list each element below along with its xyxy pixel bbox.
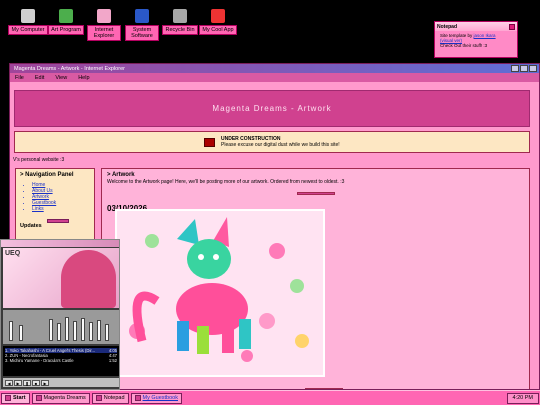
eq-slider[interactable] — [65, 317, 69, 341]
page-title: Magenta Dreams - Artwork — [212, 104, 332, 113]
notepad-body: Site template by jason Ikara (visual ver… — [435, 31, 517, 50]
notepad-link-author[interactable]: jason Ikara — [474, 33, 496, 38]
browser-titlebar[interactable]: Magenta Dreams - Artwork - Internet Expl… — [10, 64, 539, 73]
start-button[interactable]: Start — [1, 392, 30, 404]
personal-website-text: V's personal website :3 — [13, 157, 65, 163]
notepad-icon — [95, 395, 102, 401]
desktop-icon-label: Art Program — [48, 25, 84, 35]
menu-file[interactable]: File — [15, 75, 24, 81]
track-name: 3. Michiru Yamane - Dracula's Castle — [5, 358, 74, 364]
skin-character-image — [61, 250, 116, 308]
section-intro: Welcome to the Artwork page! Here, we'll… — [107, 179, 345, 185]
eq-slider[interactable] — [9, 321, 13, 341]
eq-slider[interactable] — [81, 318, 85, 341]
desktop-icon-label: My Computer — [8, 25, 48, 35]
guestbook-icon — [134, 395, 141, 401]
recycle-bin-icon — [173, 9, 187, 23]
playlist-item[interactable]: 3. Michiru Yamane - Dracula's Castle 1:5… — [5, 358, 117, 363]
under-construction-notice: UNDER CONSTRUCTION Please excuse our dig… — [14, 131, 530, 153]
eq-slider[interactable] — [19, 325, 23, 341]
notepad-window[interactable]: Notepad Site template by jason Ikara (vi… — [434, 21, 518, 58]
desktop-icon-my-computer[interactable]: My Computer — [8, 9, 48, 35]
player-titlebar[interactable] — [1, 240, 119, 247]
eq-slider[interactable] — [57, 323, 61, 341]
updates-heading: Updates — [20, 223, 42, 229]
artwork-drawing — [117, 211, 323, 375]
desktop-icon-internet-explorer[interactable]: Internet Explorer — [84, 9, 124, 41]
close-icon[interactable] — [529, 65, 537, 72]
desktop-icon-recycle-bin[interactable]: Recycle Bin — [160, 9, 200, 35]
play-icon[interactable]: ▶ — [14, 379, 22, 386]
eq-slider[interactable] — [105, 324, 109, 341]
artwork-section: > Artwork Welcome to the Artwork page! H… — [101, 168, 530, 389]
taskbar-item-label: My Guestbook — [142, 395, 178, 401]
divider — [305, 388, 343, 389]
playlist: 1. Yoko Takahashi - A Cruel Angel's Thes… — [3, 346, 119, 376]
system-clock: 4:20 PM — [506, 392, 539, 404]
next-icon[interactable]: ▶ — [41, 379, 49, 386]
stop-icon[interactable]: ■ — [32, 379, 40, 386]
menu-bar: File Edit View Help — [10, 73, 539, 82]
menu-edit[interactable]: Edit — [35, 75, 44, 81]
app-icon — [211, 9, 225, 23]
desktop-icon-art-program[interactable]: Art Program — [46, 9, 86, 35]
system-icon — [135, 9, 149, 23]
construction-icon — [204, 137, 215, 147]
notepad-text: Check Out their stuff! :3 — [440, 43, 488, 48]
ie-icon — [35, 395, 42, 401]
pause-icon[interactable]: ❚ — [23, 379, 31, 386]
player-logo: UEQ — [5, 250, 21, 257]
nav-link-links[interactable]: Links — [32, 206, 90, 212]
desktop-icon-label: Recycle Bin — [162, 25, 198, 35]
taskbar-item-label: Notepad — [103, 395, 125, 401]
page-banner: Magenta Dreams - Artwork — [14, 90, 530, 127]
start-icon — [5, 395, 11, 401]
divider-stamp — [47, 219, 69, 223]
taskbar: Start Magenta Dreams Notepad My Guestboo… — [0, 390, 540, 405]
eq-slider[interactable] — [73, 321, 77, 341]
divider — [297, 192, 335, 195]
taskbar-item-magenta-dreams[interactable]: Magenta Dreams — [31, 392, 90, 404]
minimize-icon[interactable] — [511, 65, 519, 72]
menu-help[interactable]: Help — [78, 75, 89, 81]
playback-controls: ◀ ▶ ❚ ■ ▶ — [3, 378, 119, 387]
eq-slider[interactable] — [49, 319, 53, 341]
start-label: Start — [13, 395, 26, 401]
desktop-icon-system-software[interactable]: System Software — [122, 9, 162, 41]
desktop-icon-label: System Software — [125, 25, 159, 41]
section-title: > Artwork — [107, 172, 135, 178]
taskbar-item-label: Magenta Dreams — [43, 395, 86, 401]
computer-icon — [21, 9, 35, 23]
notice-text: Please excuse our digital dust while we … — [221, 142, 340, 148]
desktop-icon-my-cool-app[interactable]: My Cool App — [198, 9, 238, 35]
artwork-image[interactable] — [115, 209, 325, 377]
notepad-title: Notepad — [437, 23, 457, 30]
music-player-window[interactable]: UEQ 1. Yoko Takahashi - A Cruel Angel's … — [0, 239, 120, 390]
paint-icon — [59, 9, 73, 23]
eq-slider[interactable] — [89, 322, 93, 341]
ie-icon — [97, 9, 111, 23]
notepad-titlebar[interactable]: Notepad — [435, 22, 517, 31]
equalizer-panel[interactable] — [3, 310, 119, 344]
desktop-icon-label: My Cool App — [199, 25, 237, 35]
track-time: 1:52 — [108, 358, 117, 364]
menu-view[interactable]: View — [55, 75, 67, 81]
nav-title: > Navigation Panel — [20, 172, 74, 178]
browser-title: Magenta Dreams - Artwork - Internet Expl… — [14, 65, 125, 72]
desktop-icon-label: Internet Explorer — [87, 25, 121, 41]
eq-slider[interactable] — [97, 320, 101, 341]
maximize-icon[interactable] — [520, 65, 528, 72]
previous-icon[interactable]: ◀ — [5, 379, 13, 386]
taskbar-item-notepad[interactable]: Notepad — [91, 392, 129, 404]
close-icon[interactable] — [509, 23, 515, 30]
taskbar-item-guestbook[interactable]: My Guestbook — [130, 392, 182, 404]
